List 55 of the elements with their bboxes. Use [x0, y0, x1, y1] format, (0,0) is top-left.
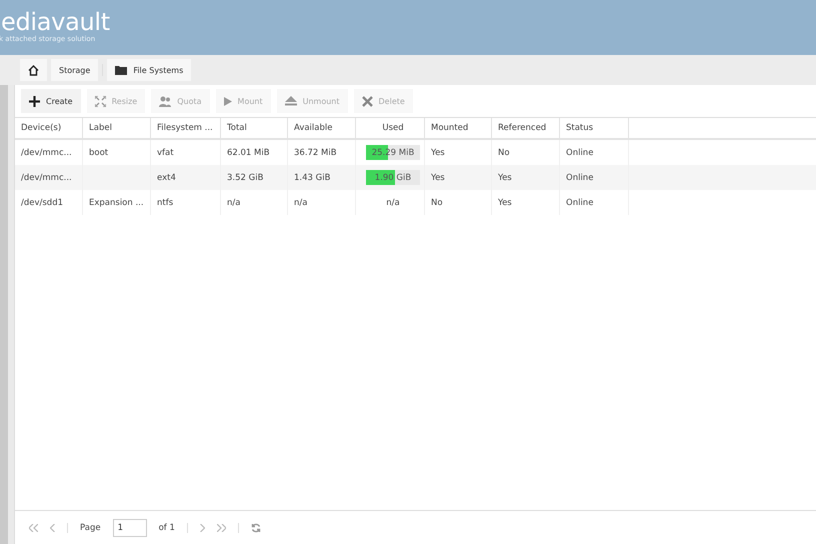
next-page-icon[interactable]	[200, 524, 205, 532]
column-header[interactable]: Referenced	[492, 118, 560, 138]
first-page-icon[interactable]	[29, 524, 38, 532]
users-icon	[159, 96, 172, 106]
usage-bar: 1.90 GiB	[366, 170, 420, 185]
table-cell: 36.72 MiB	[294, 148, 337, 158]
table-cell: Yes	[498, 198, 512, 208]
page-field[interactable]: 1	[112, 518, 147, 536]
folder-icon	[115, 65, 128, 75]
plus-icon	[29, 96, 40, 106]
home-button[interactable]	[20, 59, 47, 81]
last-page-icon[interactable]	[216, 524, 226, 532]
table-cell: vfat	[157, 148, 174, 158]
delete-icon	[362, 96, 373, 106]
column-header[interactable]: Label	[83, 118, 151, 138]
table-cell: Yes	[431, 148, 445, 158]
page-label: Page	[80, 522, 101, 532]
table-cell: ext4	[157, 172, 176, 182]
table-cell: /dev/mmc...	[21, 172, 72, 182]
table-cell: Yes	[431, 172, 445, 182]
column-header[interactable]: Used	[356, 118, 425, 138]
table-cell: n/a	[386, 198, 400, 208]
table-cell: ntfs	[157, 198, 174, 208]
breadcrumb-item[interactable]: File Systems	[107, 59, 192, 81]
table-cell: 1.43 GiB	[294, 172, 330, 182]
column-header[interactable]: Mounted	[425, 118, 492, 138]
resize-icon	[94, 96, 106, 106]
previous-page-icon[interactable]	[50, 524, 55, 532]
home-icon	[28, 64, 39, 76]
column-header[interactable]: Filesystem ...	[151, 118, 221, 138]
table-cell: boot	[89, 148, 108, 158]
column-header[interactable]: Status	[560, 118, 629, 138]
table-cell: n/a	[227, 198, 240, 208]
table-cell: No	[498, 148, 510, 158]
column-header[interactable]: Available	[288, 118, 356, 138]
table-cell: Online	[566, 148, 594, 158]
table-cell: n/a	[294, 198, 308, 208]
refresh-icon[interactable]	[250, 522, 261, 532]
table-cell: Online	[566, 172, 594, 182]
page-count: of 1	[158, 522, 175, 532]
table-cell: No	[431, 198, 443, 208]
play-icon	[224, 96, 232, 106]
eject-icon	[284, 96, 297, 106]
column-header[interactable]: Total	[221, 118, 288, 138]
table-cell: /dev/sdd1	[21, 198, 64, 208]
table-cell: Yes	[498, 172, 512, 182]
table-cell: Expansion ...	[89, 198, 144, 208]
table-cell: Online	[566, 198, 594, 208]
table-cell: 62.01 MiB	[227, 148, 270, 158]
column-header[interactable]: Device(s)	[15, 118, 83, 138]
table-cell: /dev/mmc...	[21, 148, 72, 158]
toolbar-button[interactable]: Create	[21, 89, 81, 113]
table-cell: 3.52 GiB	[227, 172, 264, 182]
logo-text: ediavault	[1, 8, 111, 34]
breadcrumb-item[interactable]: Storage	[51, 59, 98, 81]
